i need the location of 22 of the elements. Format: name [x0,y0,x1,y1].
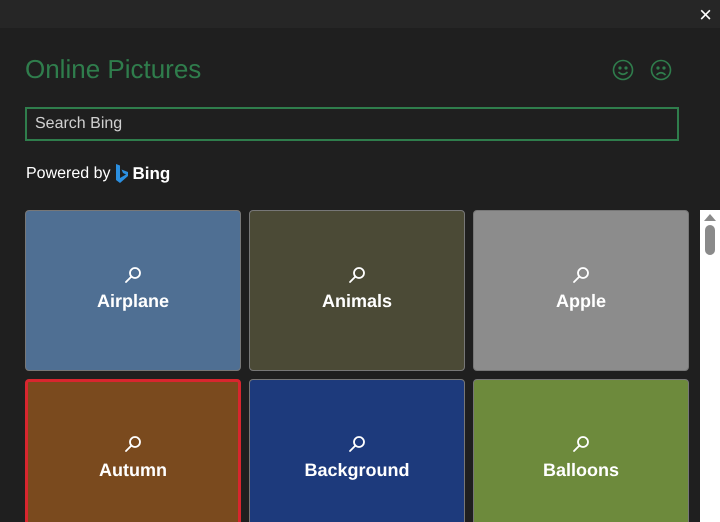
search-icon [572,266,590,284]
search-icon [124,266,142,284]
search-icon [572,434,590,452]
bing-brand-text: Bing [132,163,170,185]
search-icon [348,266,366,284]
bing-logo-icon [114,164,128,184]
search-icon [348,434,366,452]
powered-by-text: Powered by [26,164,110,184]
close-button[interactable]: × [691,0,720,26]
search-field[interactable]: Search Bing [25,107,679,141]
search-icon [124,434,142,452]
smiley-icon[interactable] [612,58,634,80]
dialog-title: Online Pictures [25,53,202,86]
scroll-up-icon[interactable] [704,214,716,220]
scrollbar[interactable] [700,210,720,522]
category-tile[interactable]: Airplane [25,210,241,370]
category-tile[interactable]: Animals [249,210,465,370]
category-tile[interactable]: Autumn [25,378,241,522]
scroll-thumb[interactable] [705,224,715,254]
frown-icon[interactable] [650,58,672,80]
category-tile[interactable]: Background [249,378,465,522]
category-tile[interactable]: Balloons [473,378,689,522]
